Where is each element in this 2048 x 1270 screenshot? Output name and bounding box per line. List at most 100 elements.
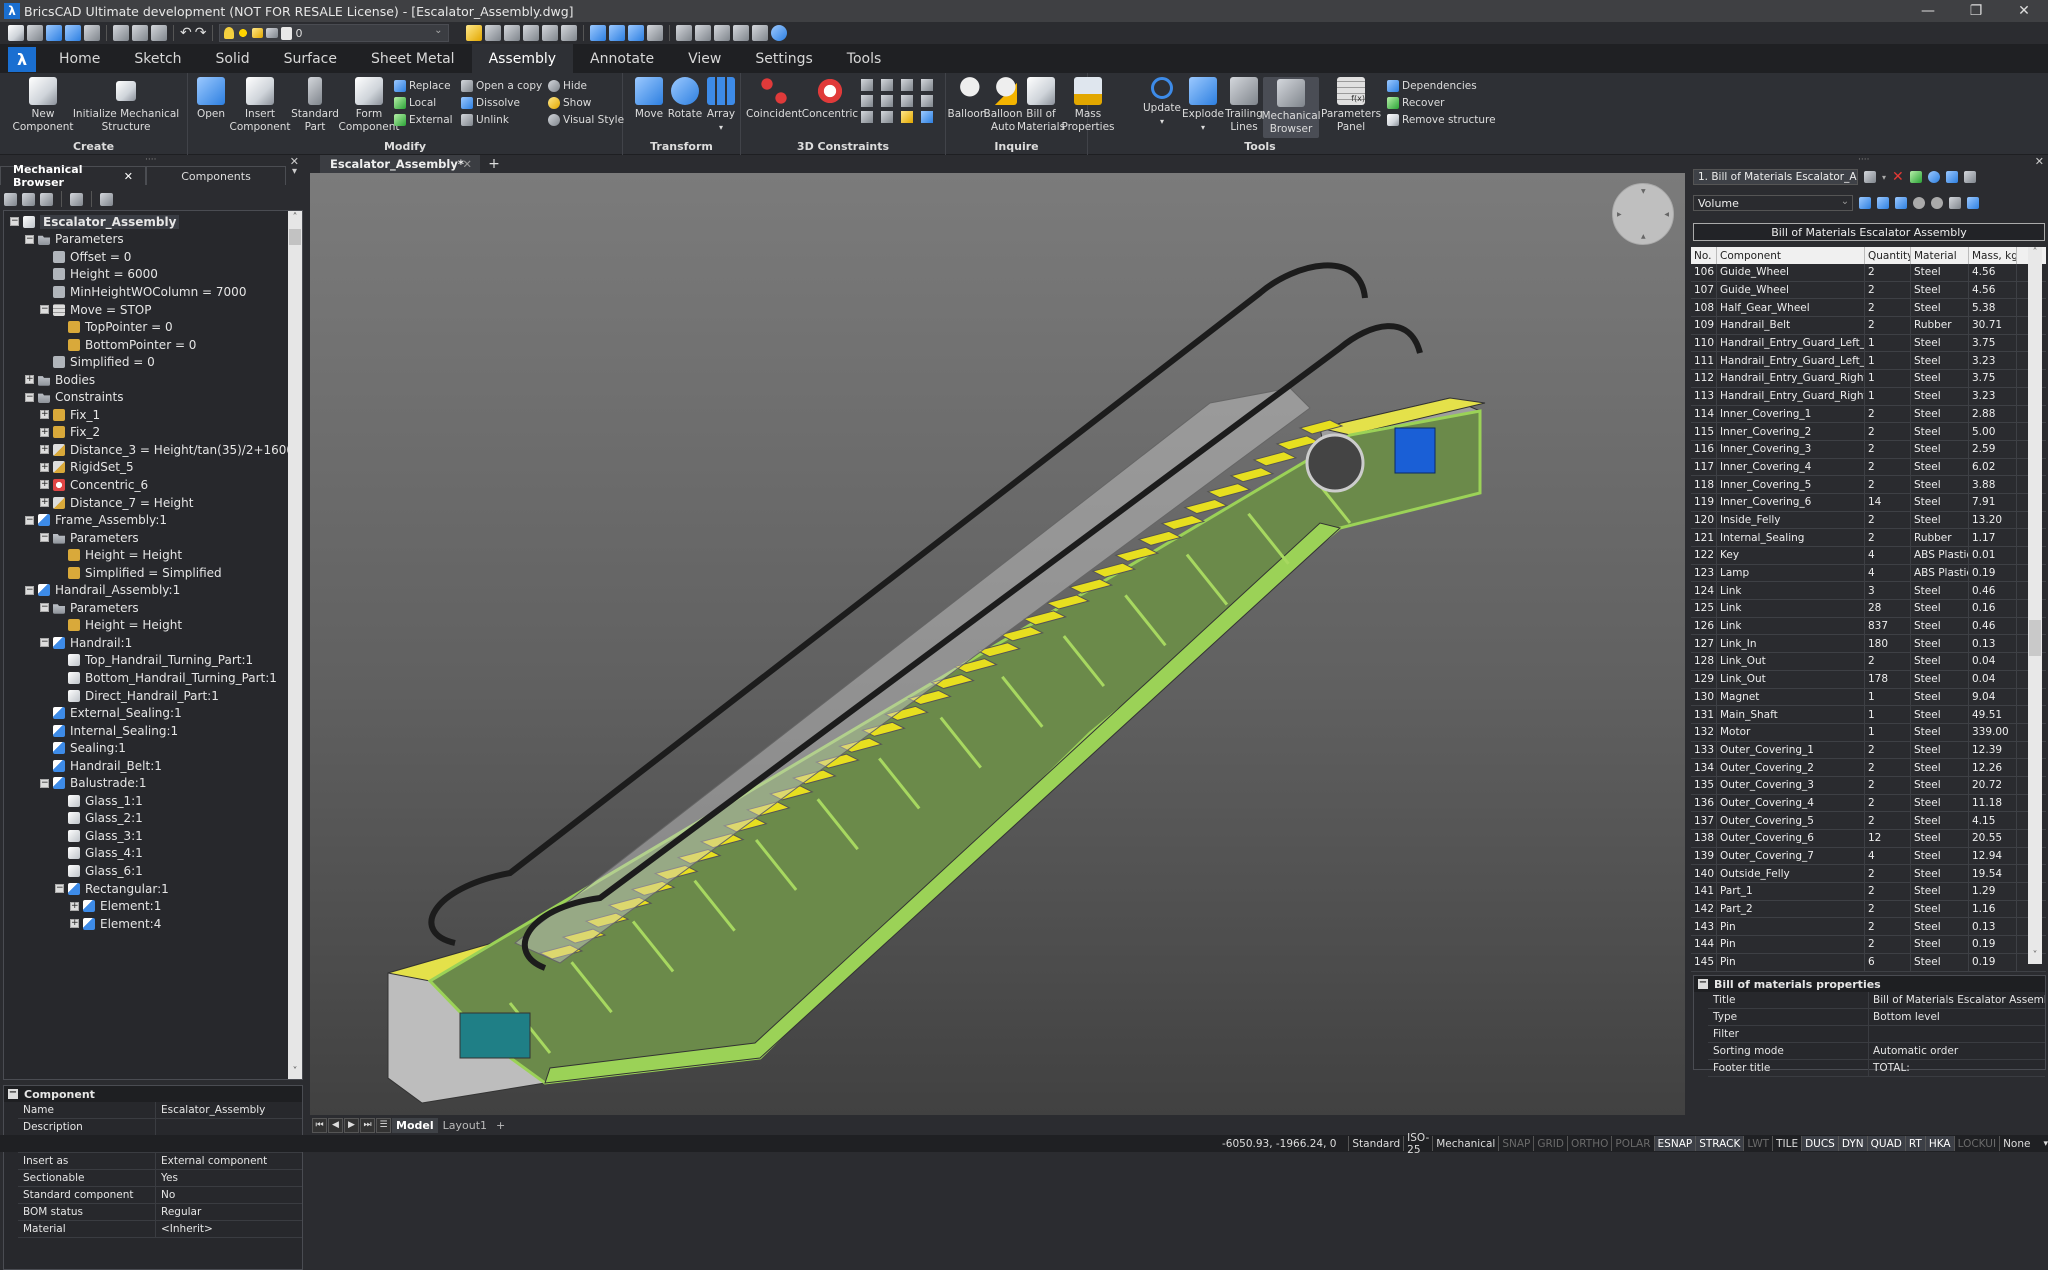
fix-lock-icon[interactable]: [901, 111, 913, 123]
redo-icon[interactable]: ↷: [195, 25, 207, 41]
save-bom-icon[interactable]: [1945, 171, 1958, 183]
property-row[interactable]: Sectionable Yes: [18, 1170, 302, 1187]
trailing-lines-button[interactable]: Trailing Lines: [1225, 77, 1263, 134]
bom-properties-header[interactable]: − Bill of materials properties: [1694, 976, 2045, 992]
scroll-up-icon[interactable]: ˄: [2028, 247, 2042, 261]
scroll-down-icon[interactable]: ˅: [2028, 950, 2042, 964]
tree-node[interactable]: MinHeightWOColumn = 7000: [4, 283, 288, 301]
property-value[interactable]: Escalator_Assembly: [156, 1102, 302, 1118]
tree-node[interactable]: Glass_4:1: [4, 845, 288, 863]
bom-row[interactable]: 144 Pin 2 Steel 0.19: [1691, 936, 2046, 954]
view-cube-icon[interactable]: [609, 25, 626, 41]
bom-row[interactable]: 122 Key 4 ABS Plastic 0.01: [1691, 547, 2046, 565]
grip-tool-icon[interactable]: [523, 25, 540, 41]
rigid-set-icon[interactable]: [861, 111, 873, 123]
tree-scrollbar[interactable]: ˄ ˅: [288, 211, 302, 1079]
column-header-quantity[interactable]: Quantity: [1865, 247, 1911, 264]
scroll-down-icon[interactable]: ˅: [288, 1065, 302, 1079]
format-icon[interactable]: [1967, 197, 1979, 209]
property-value[interactable]: Yes: [156, 1170, 302, 1186]
tree-node[interactable]: + RigidSet_5: [4, 459, 288, 477]
sort-icon[interactable]: [40, 192, 53, 206]
column-header-mass[interactable]: Mass, kg: [1969, 247, 2017, 264]
tree-node[interactable]: + Fix_1: [4, 406, 288, 424]
binoculars-icon[interactable]: [100, 192, 113, 206]
tree-node[interactable]: + Element:1: [4, 897, 288, 915]
refresh-icon[interactable]: [1927, 171, 1940, 183]
notes-icon[interactable]: [733, 25, 750, 41]
tab-tools[interactable]: Tools: [830, 44, 899, 73]
parameter-icon[interactable]: [921, 79, 933, 91]
expand-icon[interactable]: +: [40, 410, 49, 420]
dropdown-arrow-icon[interactable]: ▾: [1160, 115, 1164, 128]
model-viewport[interactable]: ▼ ▲ ▶ ◀: [310, 173, 1685, 1115]
explode-button[interactable]: Explode ▾: [1182, 77, 1224, 134]
plot-preview-icon[interactable]: [113, 25, 129, 41]
collapse-icon[interactable]: −: [55, 884, 64, 894]
tree-node[interactable]: − Balustrade:1: [4, 775, 288, 793]
collapse-icon[interactable]: −: [25, 515, 34, 525]
tab-components[interactable]: Components: [146, 166, 286, 185]
concentric-button[interactable]: Concentric: [802, 77, 858, 121]
column-settings-icon[interactable]: [1949, 197, 1961, 209]
tree-node[interactable]: Sealing:1: [4, 739, 288, 757]
tree-node[interactable]: + Bodies: [4, 371, 288, 389]
tree-node[interactable]: − Parameters: [4, 231, 288, 249]
bom-property-row[interactable]: Filter: [1708, 1026, 2045, 1043]
tree-node[interactable]: − Constraints: [4, 388, 288, 406]
view-cube-icon[interactable]: [628, 25, 645, 41]
collapse-tree-icon[interactable]: [22, 192, 35, 206]
tree-node[interactable]: Height = Height: [4, 617, 288, 635]
tree-node[interactable]: − Parameters: [4, 599, 288, 617]
status-toggle-quad[interactable]: QUAD: [1866, 1136, 1905, 1151]
property-value[interactable]: No: [156, 1187, 302, 1203]
bom-row[interactable]: 137 Outer_Covering_5 2 Steel 4.15: [1691, 812, 2046, 830]
remove-structure-button[interactable]: Remove structure: [1387, 112, 1496, 128]
array-button[interactable]: Array ▾: [705, 77, 737, 134]
scroll-thumb[interactable]: [289, 229, 301, 245]
property-row[interactable]: Standard component No: [18, 1187, 302, 1204]
expand-icon[interactable]: +: [40, 480, 49, 490]
open-button[interactable]: Open: [193, 77, 229, 121]
tree-node[interactable]: Simplified = 0: [4, 353, 288, 371]
bom-row[interactable]: 138 Outer_Covering_6 12 Steel 20.55: [1691, 830, 2046, 848]
cylinder-icon[interactable]: [901, 79, 913, 91]
collapse-icon[interactable]: −: [40, 533, 49, 543]
bill-of-materials-button[interactable]: Bill of Materials: [1017, 77, 1065, 134]
column-header-component[interactable]: Component: [1717, 247, 1865, 264]
bom-row[interactable]: 119 Inner_Covering_6 14 Steel 7.91: [1691, 493, 2046, 512]
bom-row[interactable]: 109 Handrail_Belt 2 Rubber 30.71: [1691, 317, 2046, 335]
grip-tool-icon[interactable]: [542, 25, 559, 41]
status-toggle-lockui[interactable]: LOCKUI: [1953, 1136, 1999, 1151]
bom-row[interactable]: 125 Link 28 Steel 0.16: [1691, 600, 2046, 618]
status-toggle-mechanical[interactable]: Mechanical: [1432, 1136, 1498, 1151]
bom-row[interactable]: 110 Handrail_Entry_Guard_Left_1 1 Steel 3.75: [1691, 334, 2046, 353]
collapse-icon[interactable]: −: [40, 305, 49, 314]
property-row[interactable]: Name Escalator_Assembly: [18, 1102, 302, 1119]
collapse-icon[interactable]: −: [25, 392, 34, 402]
perpendicular-icon[interactable]: [881, 95, 893, 107]
property-row[interactable]: Material <Inherit>: [18, 1221, 302, 1238]
scroll-thumb[interactable]: [2029, 620, 2041, 656]
add-layout-button[interactable]: +: [492, 1118, 509, 1133]
tree-node[interactable]: BottomPointer = 0: [4, 336, 288, 354]
property-value[interactable]: TOTAL:: [1869, 1060, 2045, 1076]
collapse-icon[interactable]: −: [25, 234, 34, 244]
properties-icon[interactable]: [676, 25, 693, 41]
insert-component-button[interactable]: Insert Component: [230, 77, 290, 134]
bom-row[interactable]: 118 Inner_Covering_5 2 Steel 3.88: [1691, 476, 2046, 494]
save-as-icon[interactable]: [65, 25, 81, 41]
local-button[interactable]: Local: [394, 95, 436, 111]
external-button[interactable]: External: [394, 112, 453, 128]
tab-surface[interactable]: Surface: [267, 44, 354, 73]
tree-node[interactable]: + Distance_7 = Height: [4, 494, 288, 512]
collapse-icon[interactable]: −: [40, 778, 49, 788]
bom-row[interactable]: 139 Outer_Covering_7 4 Steel 12.94: [1691, 847, 2046, 866]
new-component-button[interactable]: New Component: [12, 77, 74, 134]
publish-icon[interactable]: [151, 25, 167, 41]
tab-sketch[interactable]: Sketch: [117, 44, 198, 73]
status-toggle-none[interactable]: None: [1999, 1136, 2033, 1151]
bom-row[interactable]: 108 Half_Gear_Wheel 2 Steel 5.38: [1691, 299, 2046, 318]
expand-icon[interactable]: +: [25, 375, 34, 385]
save-icon[interactable]: [46, 25, 62, 41]
